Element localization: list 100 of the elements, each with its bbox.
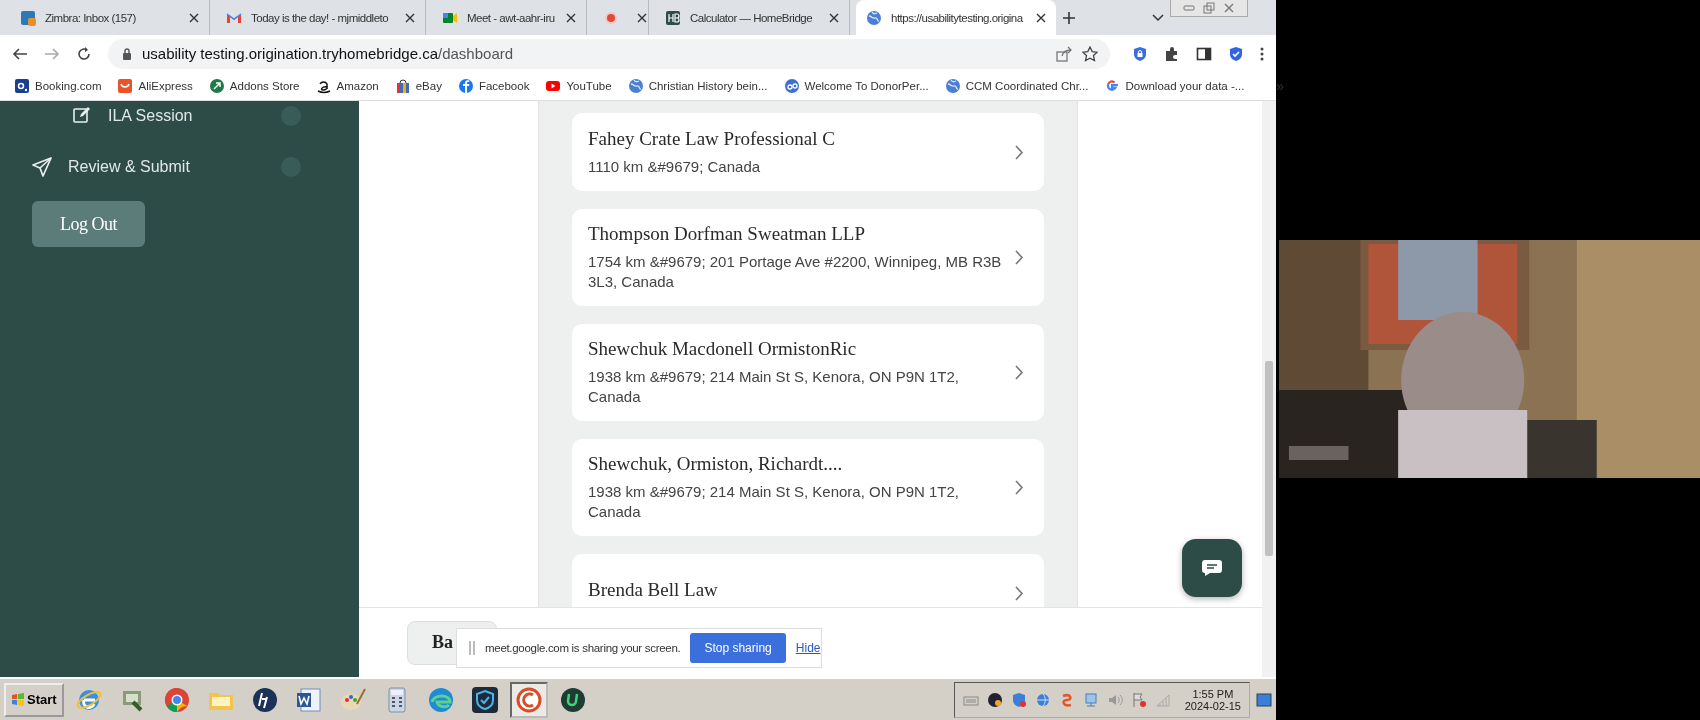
close-icon[interactable] — [405, 12, 415, 23]
w-document-icon — [294, 685, 323, 714]
c-logo-icon — [514, 685, 543, 714]
globe-icon — [944, 78, 961, 94]
bookmark[interactable]: Christian History bein... — [627, 78, 768, 94]
window-controls[interactable] — [1170, 0, 1248, 17]
bookmark[interactable]: YouTube — [545, 78, 612, 94]
tab-title[interactable]: https://usabilitytesting.origina — [891, 11, 1027, 24]
chevron-right-icon — [1015, 250, 1024, 265]
close-icon[interactable] — [566, 12, 576, 23]
recording-dot-icon — [603, 9, 619, 26]
bookmark[interactable]: CCM Coordinated Chr... — [944, 78, 1089, 94]
firm-address: 1754 km &#9679; 201 Portage Ave #2200, Winnipeg, MB R3B 3L3, Canada — [588, 252, 1003, 292]
shopping-bag-icon — [394, 78, 411, 94]
play-button-icon — [545, 78, 562, 94]
address-bar[interactable]: usability testing.origination.tryhomebridge.ca/dashboard — [108, 38, 1110, 69]
reload-icon[interactable] — [76, 45, 92, 62]
close-icon[interactable] — [829, 12, 839, 23]
tab-title[interactable]: Meet - awt-aahr-iru — [467, 11, 557, 24]
dark-circle-icon[interactable] — [986, 691, 1003, 708]
bookmark[interactable]: Welcome To DonorPer... — [783, 78, 929, 94]
chevron-right-icon — [1015, 480, 1024, 495]
firm-address: 1938 km &#9679; 214 Main St S, Kenora, ON P9N 1T2, Canada — [588, 482, 961, 522]
bookmark[interactable]: Amazon — [315, 78, 379, 94]
result-card[interactable]: Shewchuk, Ormiston, Richardt.... 1938 km &#9679; 214 Main St S, Kenora, ON P9N 1T2, Canada — [572, 439, 1044, 536]
shield-icon[interactable] — [1010, 691, 1027, 708]
amazon-logo-icon — [315, 78, 332, 94]
tab-title[interactable]: Today is the day! - mjmiddleto — [251, 11, 396, 24]
result-card[interactable]: Thompson Dorfman Sweatman LLP 1754 km &#9679; 201 Portage Ave #2200, Winnipeg, MB R3B 3L3, Canada — [572, 209, 1044, 306]
result-card[interactable]: Fahey Crate Law Professional C 1110 km &#9679; Canada — [572, 113, 1044, 191]
url-text: usability testing.origination.tryhomebridge.ca/dashboard — [142, 45, 514, 62]
lock-icon — [122, 47, 132, 60]
mail-app-icon — [20, 9, 36, 26]
clock-date[interactable]: 2024-02-15 — [1184, 699, 1241, 712]
chat-bubble-icon — [1201, 559, 1223, 577]
desktop-icon[interactable] — [1256, 692, 1272, 707]
hb-logo-icon — [665, 9, 681, 26]
chevron-right-icon — [1015, 365, 1024, 380]
edge-logo-icon — [426, 685, 455, 714]
scrollbar-thumb[interactable] — [1265, 361, 1273, 556]
bookmark[interactable]: Facebook — [457, 78, 530, 94]
facebook-logo-icon — [457, 78, 474, 94]
firm-name: Shewchuk Macdonell OrmistonRic — [588, 338, 858, 360]
globe-icon — [866, 9, 882, 26]
side-panel-icon[interactable] — [1196, 45, 1212, 62]
bookmark[interactable]: eBay — [394, 78, 442, 94]
minimize-icon[interactable] — [1183, 3, 1195, 13]
hp-logo-icon — [250, 685, 279, 714]
star-icon[interactable] — [1082, 45, 1098, 62]
shield-check-icon[interactable] — [1228, 45, 1244, 62]
u-logo-icon — [558, 685, 587, 714]
firm-name: Fahey Crate Law Professional C — [588, 127, 836, 150]
bookmark[interactable]: Download your data -... — [1104, 78, 1245, 94]
sidebar-item[interactable]: ILA Session — [72, 101, 359, 131]
restore-icon[interactable] — [1203, 2, 1215, 14]
firm-name: Shewchuk, Ormiston, Richardt.... — [588, 453, 844, 475]
booking-logo-icon — [14, 78, 30, 94]
bookmark[interactable]: AliExpress — [117, 78, 193, 94]
bookmark[interactable]: Addons Store — [208, 78, 300, 94]
share-icon[interactable] — [1056, 45, 1072, 62]
new-tab-icon[interactable] — [1062, 10, 1076, 25]
taskbar-app[interactable] — [509, 681, 548, 718]
tab-title[interactable]: Zimbra: Inbox (157) — [45, 11, 180, 24]
windows-flag-icon — [11, 692, 25, 707]
globe-icon[interactable] — [1034, 691, 1051, 708]
result-card[interactable]: Shewchuk Macdonell OrmistonRic 1938 km &#9679; 214 Main St S, Kenora, ON P9N 1T2, Canada — [572, 324, 1044, 421]
close-icon[interactable] — [1036, 12, 1046, 23]
drag-handle-icon[interactable] — [469, 641, 475, 655]
stop-sharing-button[interactable]: Stop sharing — [690, 633, 786, 663]
back-arrow-icon[interactable] — [12, 45, 28, 62]
firm-address: 1110 km &#9679; Canada — [588, 156, 762, 177]
puzzle-icon[interactable] — [1164, 45, 1180, 62]
send-icon — [32, 157, 52, 177]
chrome-logo-icon — [162, 685, 191, 714]
result-card[interactable]: Brenda Bell Law — [572, 554, 1044, 607]
browser-tab[interactable]: https://usabilitytesting.origina — [856, 0, 1056, 35]
start-button[interactable]: Start — [4, 682, 64, 717]
chat-button[interactable] — [1182, 539, 1242, 597]
dp-logo-icon — [783, 78, 800, 94]
logout-button[interactable]: Log Out — [32, 201, 145, 247]
chevron-right-icon — [1015, 585, 1024, 601]
close-icon[interactable] — [637, 12, 647, 23]
tab-title[interactable]: Calculator — HomeBridge — [690, 11, 820, 24]
hide-link[interactable]: Hide — [795, 641, 821, 655]
clock-time[interactable]: 1:55 PM — [1192, 687, 1234, 700]
edit-icon — [72, 106, 92, 126]
shield-lock-icon[interactable] — [1132, 45, 1148, 62]
scrollbar[interactable] — [1262, 101, 1276, 677]
firm-address: 1938 km &#9679; 214 Main St S, Kenora, ON P9N 1T2, Canada — [588, 367, 961, 407]
shield-icon — [470, 685, 499, 714]
close-icon[interactable] — [189, 12, 199, 23]
flag-icon[interactable] — [1130, 691, 1147, 708]
globe-icon — [627, 78, 644, 94]
chevron-right-icon — [1015, 144, 1024, 160]
menu-icon[interactable] — [1260, 45, 1264, 62]
shopping-bag-icon — [117, 78, 134, 94]
sidebar-item[interactable]: Review & Submit — [32, 143, 359, 191]
google-logo-icon — [1104, 78, 1121, 94]
bookmark[interactable]: Booking.com — [14, 78, 102, 94]
chevron-down-icon[interactable] — [1152, 13, 1164, 22]
